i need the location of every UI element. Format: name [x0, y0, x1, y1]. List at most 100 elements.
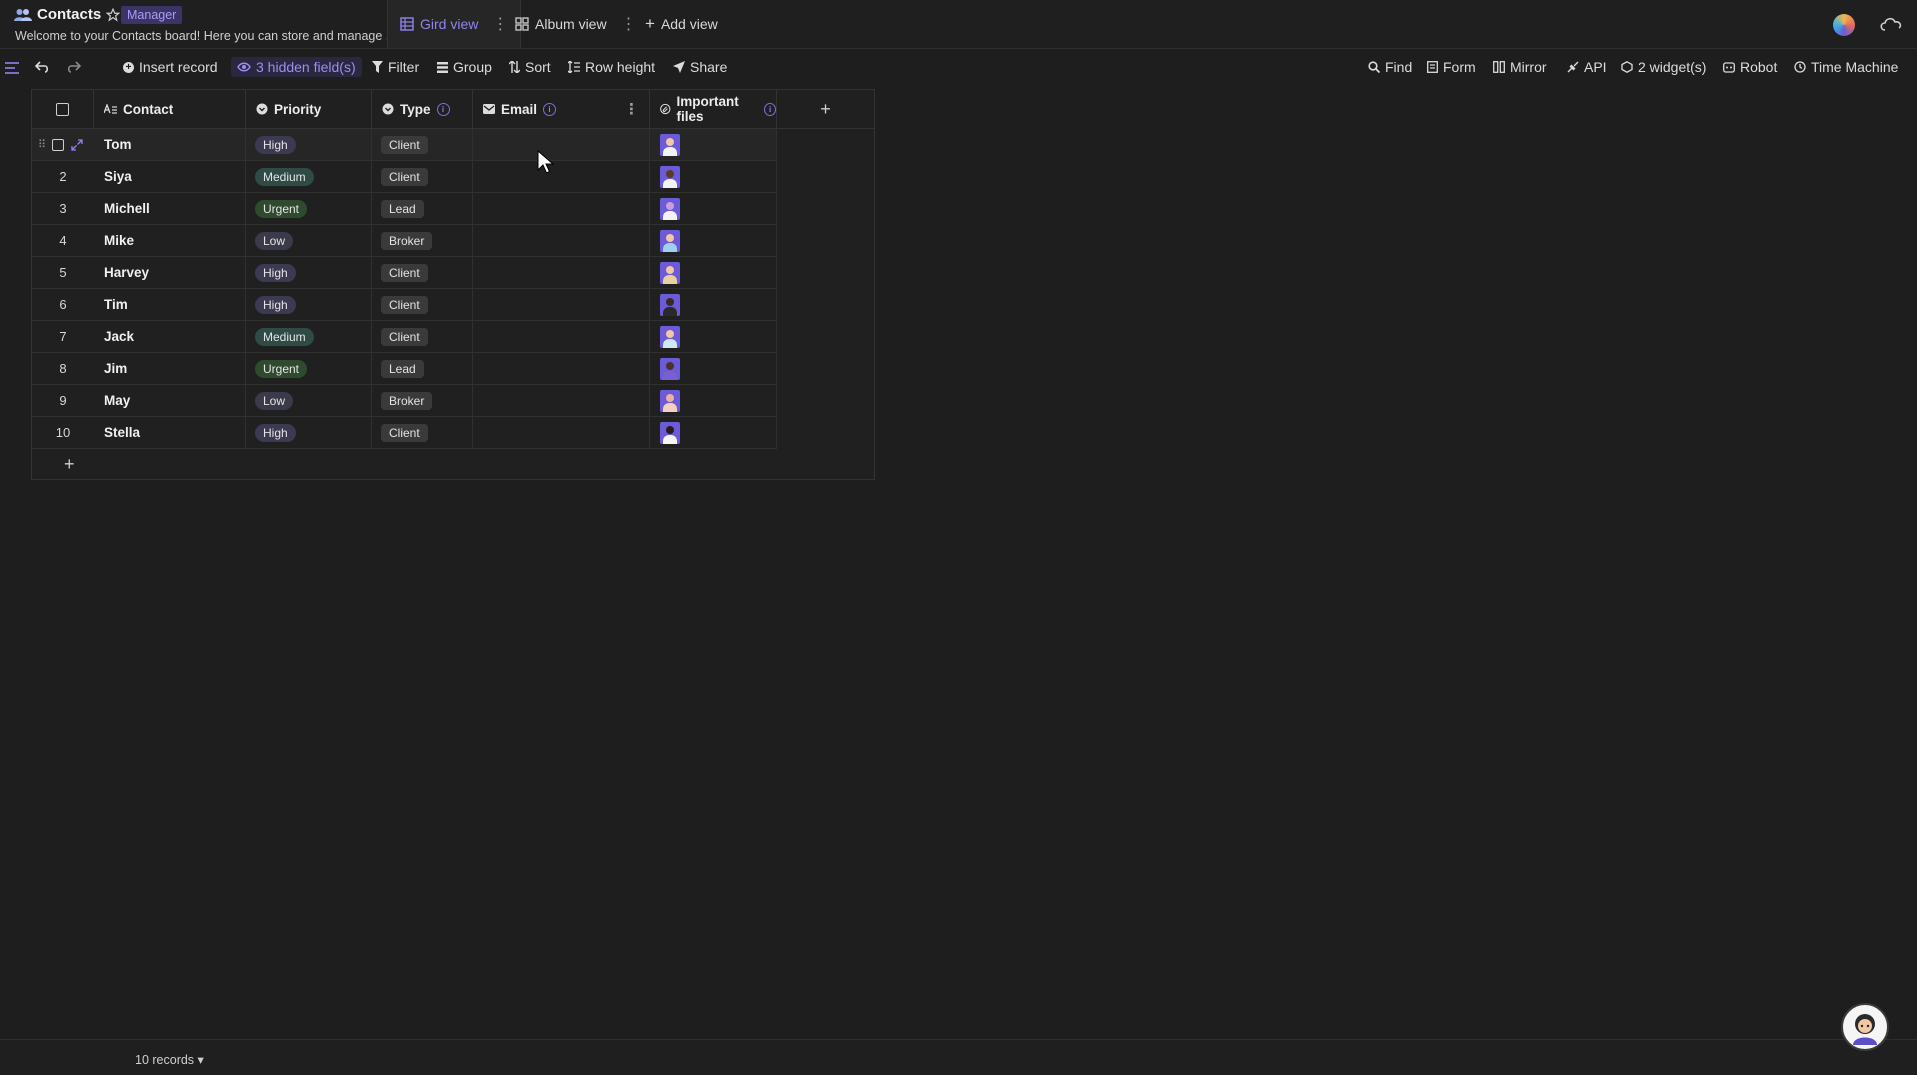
files-cell[interactable]	[650, 417, 777, 448]
contact-cell[interactable]: Tim	[94, 289, 246, 320]
table-row[interactable]: 4 Mike Low Broker	[32, 225, 777, 257]
add-view-button[interactable]: + Add view	[645, 0, 718, 48]
table-row[interactable]: 9 May Low Broker	[32, 385, 777, 417]
type-cell[interactable]: Client	[372, 129, 473, 160]
more-vertical-icon[interactable]: ⋮	[621, 14, 637, 34]
priority-cell[interactable]: Urgent	[246, 193, 372, 224]
files-cell[interactable]	[650, 193, 777, 224]
api-button[interactable]: API	[1567, 59, 1607, 75]
table-row[interactable]: 3 Michell Urgent Lead	[32, 193, 777, 225]
table-row[interactable]: 10 Stella High Client	[32, 417, 777, 449]
avatar-thumbnail[interactable]	[660, 165, 680, 188]
contact-cell[interactable]: Jack	[94, 321, 246, 352]
files-cell[interactable]	[650, 289, 777, 320]
table-row[interactable]: 5 Harvey High Client	[32, 257, 777, 289]
priority-cell[interactable]: High	[246, 257, 372, 288]
redo-icon[interactable]	[67, 61, 81, 73]
tab-grid-view[interactable]: Gird view ⋮	[387, 0, 522, 48]
table-row[interactable]: 7 Jack Medium Client	[32, 321, 777, 353]
type-cell[interactable]: Broker	[372, 225, 473, 256]
priority-cell[interactable]: High	[246, 417, 372, 448]
contact-cell[interactable]: Jim	[94, 353, 246, 384]
group-button[interactable]: Group	[437, 59, 492, 75]
type-cell[interactable]: Lead	[372, 193, 473, 224]
mirror-button[interactable]: Mirror	[1493, 59, 1547, 75]
table-row[interactable]: 8 Jim Urgent Lead	[32, 353, 777, 385]
column-header-email[interactable]: Email i ⋮	[473, 90, 650, 129]
files-cell[interactable]	[650, 257, 777, 288]
contact-cell[interactable]: Michell	[94, 193, 246, 224]
user-avatar[interactable]	[1833, 14, 1855, 36]
avatar-thumbnail[interactable]	[660, 389, 680, 412]
email-cell[interactable]	[473, 161, 650, 192]
widgets-button[interactable]: 2 widget(s)	[1621, 59, 1706, 75]
files-cell[interactable]	[650, 385, 777, 416]
type-cell[interactable]: Lead	[372, 353, 473, 384]
column-header-contact[interactable]: Contact	[94, 90, 246, 129]
table-row[interactable]: 6 Tim High Client	[32, 289, 777, 321]
type-cell[interactable]: Client	[372, 321, 473, 352]
board-title[interactable]: Contacts	[14, 6, 121, 23]
select-all-checkbox[interactable]	[56, 102, 69, 116]
contact-cell[interactable]: Tom	[94, 129, 246, 160]
drag-handle-icon[interactable]: ⠿	[38, 138, 46, 151]
assistant-bot-avatar[interactable]	[1841, 1003, 1889, 1051]
files-cell[interactable]	[650, 353, 777, 384]
form-button[interactable]: Form	[1427, 59, 1476, 75]
time-machine-button[interactable]: Time Machine	[1794, 59, 1898, 75]
robot-button[interactable]: Robot	[1723, 59, 1777, 75]
email-cell[interactable]	[473, 385, 650, 416]
email-cell[interactable]	[473, 257, 650, 288]
tab-album-view[interactable]: Album view ⋮	[515, 0, 637, 48]
insert-record-button[interactable]: + Insert record	[123, 59, 218, 75]
email-cell[interactable]	[473, 353, 650, 384]
board-description[interactable]: Welcome to your Contacts board! Here you…	[15, 29, 396, 43]
email-cell[interactable]	[473, 129, 650, 160]
info-icon[interactable]: i	[436, 102, 450, 116]
cloud-icon[interactable]	[1878, 14, 1904, 34]
priority-cell[interactable]: Low	[246, 225, 372, 256]
add-row-button[interactable]: +	[32, 449, 809, 480]
contact-cell[interactable]: Siya	[94, 161, 246, 192]
row-checkbox[interactable]	[52, 138, 65, 151]
files-cell[interactable]	[650, 225, 777, 256]
priority-cell[interactable]: Low	[246, 385, 372, 416]
add-column-button[interactable]: +	[777, 90, 874, 129]
sidebar-toggle-icon[interactable]	[4, 61, 20, 75]
table-row[interactable]: ⠿ Tom High Client	[32, 129, 777, 161]
table-row[interactable]: 2 Siya Medium Client	[32, 161, 777, 193]
avatar-thumbnail[interactable]	[660, 293, 680, 316]
column-header-important-files[interactable]: Important files i	[650, 90, 777, 129]
row-height-button[interactable]: Row height	[568, 59, 655, 75]
contact-cell[interactable]: May	[94, 385, 246, 416]
records-count[interactable]: 10 records ▾	[135, 1052, 204, 1067]
priority-cell[interactable]: High	[246, 289, 372, 320]
contact-cell[interactable]: Harvey	[94, 257, 246, 288]
more-vertical-icon[interactable]: ⋮	[492, 14, 508, 34]
find-button[interactable]: Find	[1368, 59, 1412, 75]
email-cell[interactable]	[473, 289, 650, 320]
avatar-thumbnail[interactable]	[660, 325, 680, 348]
avatar-thumbnail[interactable]	[660, 133, 680, 156]
email-cell[interactable]	[473, 321, 650, 352]
sort-button[interactable]: Sort	[509, 59, 551, 75]
undo-icon[interactable]	[35, 61, 49, 73]
type-cell[interactable]: Client	[372, 257, 473, 288]
info-icon[interactable]: i	[543, 102, 557, 116]
expand-icon[interactable]	[71, 138, 83, 151]
files-cell[interactable]	[650, 161, 777, 192]
type-cell[interactable]: Broker	[372, 385, 473, 416]
avatar-thumbnail[interactable]	[660, 357, 680, 380]
priority-cell[interactable]: Urgent	[246, 353, 372, 384]
contact-cell[interactable]: Mike	[94, 225, 246, 256]
star-icon[interactable]	[106, 7, 121, 22]
email-cell[interactable]	[473, 225, 650, 256]
files-cell[interactable]	[650, 129, 777, 160]
avatar-thumbnail[interactable]	[660, 229, 680, 252]
info-icon[interactable]: i	[764, 102, 776, 116]
hidden-fields-button[interactable]: 3 hidden field(s)	[231, 57, 362, 77]
share-button[interactable]: Share	[673, 59, 727, 75]
email-cell[interactable]	[473, 193, 650, 224]
type-cell[interactable]: Client	[372, 289, 473, 320]
priority-cell[interactable]: Medium	[246, 161, 372, 192]
